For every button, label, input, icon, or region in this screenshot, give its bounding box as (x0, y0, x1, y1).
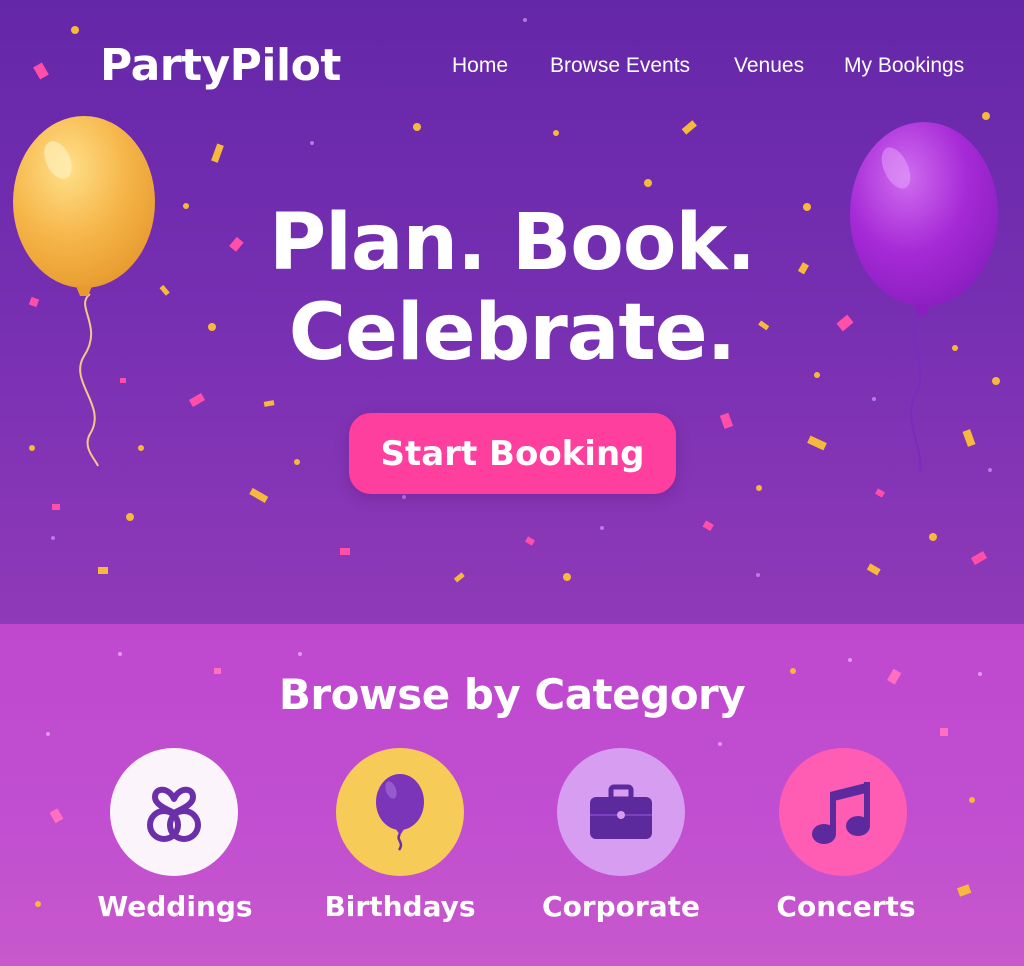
category-birthdays[interactable]: Birthdays (295, 748, 505, 948)
category-weddings[interactable]: Weddings (70, 748, 280, 948)
category-label: Weddings (97, 890, 253, 923)
category-concerts[interactable]: Concerts (741, 748, 951, 948)
category-circle (557, 748, 685, 876)
start-booking-button[interactable]: Start Booking (349, 413, 676, 494)
section-title: Browse by Category (278, 670, 746, 719)
category-corporate[interactable]: Corporate (516, 748, 726, 948)
wedding-rings-icon (147, 786, 201, 842)
category-label: Concerts (776, 890, 916, 923)
nav-my-bookings[interactable]: My Bookings (844, 54, 964, 78)
category-section: Browse by Category Weddings Birthdays Co… (0, 624, 1024, 966)
category-circle (336, 748, 464, 876)
category-circle (779, 748, 907, 876)
category-label: Corporate (542, 890, 700, 923)
hero-headline: Plan. Book. Celebrate. (0, 198, 1024, 378)
briefcase-icon (590, 784, 652, 839)
nav-venues[interactable]: Venues (734, 54, 804, 78)
category-circle (110, 748, 238, 876)
hero-headline-line2: Celebrate. (288, 288, 737, 378)
music-note-icon (812, 782, 870, 844)
nav-home[interactable]: Home (452, 54, 508, 78)
category-label: Birthdays (324, 890, 476, 923)
hero-headline-line1: Plan. Book. (269, 198, 756, 288)
hero-section: PartyPilot Home Browse Events Venues My … (0, 0, 1024, 624)
nav-browse-events[interactable]: Browse Events (550, 54, 690, 78)
main-nav: Home Browse Events Venues My Bookings (0, 54, 1024, 84)
balloon-icon (376, 774, 424, 851)
